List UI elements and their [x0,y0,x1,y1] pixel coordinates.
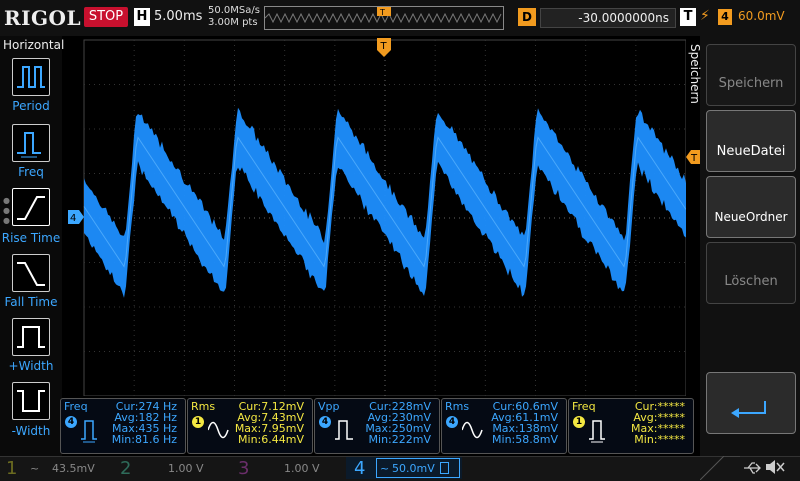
channel-1-scale[interactable]: 43.5mV [52,462,95,475]
positive-width-icon [17,326,45,348]
new-folder-button[interactable]: NeueOrdner [706,176,796,238]
memory-trigger-marker: T [379,8,385,17]
negative-width-label: -Width [11,424,51,438]
vpp-icon [335,420,353,440]
negative-width-icon [17,390,45,412]
trigger-position-marker[interactable]: T [377,38,391,58]
speaker-muted-icon[interactable] [764,458,786,476]
measurement-name: Freq [64,400,88,413]
rigol-logo: RIGOL [4,6,82,30]
frequency-icon [589,420,605,443]
trigger-delay-value[interactable]: -30.0000000ns [540,8,676,28]
rms-icon [208,421,229,439]
bandwidth-limit-icon [440,462,449,474]
fall-time-button[interactable] [12,254,50,292]
channel-2-number[interactable]: 2 [120,458,131,479]
bottom-divider-icon [700,456,740,480]
positive-width-button[interactable] [12,318,50,356]
delay-key: D [518,8,536,26]
measurement-freq-ch1[interactable]: Freq 1 Cur:***** Avg:***** Max:***** Min… [568,398,694,454]
measurement-min: Min:58.8mV [492,433,558,446]
channel-4-number[interactable]: 4 [354,458,365,479]
return-button[interactable] [706,372,796,434]
measurement-min: Min:81.6 Hz [111,433,177,446]
rms-icon [462,421,483,439]
freq-button[interactable] [12,124,50,162]
channel-4-marker-text: 4 [70,213,76,224]
freq-label: Freq [18,165,44,179]
memory-depth: 3.00M pts [208,17,258,28]
timebase-value[interactable]: 5.00ms [154,9,202,24]
measurement-name: Rms [191,400,216,413]
fall-time-icon [17,262,45,286]
channel-3-number[interactable]: 3 [238,458,249,479]
measurement-name: Freq [572,400,596,413]
measurement-channel-badge: 4 [65,416,77,428]
period-button[interactable] [12,58,50,96]
measurement-channel-badge: 4 [319,416,331,428]
period-icon [17,66,45,88]
positive-width-label: +Width [8,359,54,373]
measurement-min: Min:222mV [368,433,431,446]
trigger-key: T [680,8,696,26]
fall-time-label: Fall Time [4,295,58,309]
rise-time-label: Rise Time [1,231,61,245]
measurement-name: Vpp [318,400,340,413]
trigger-slope-icon: ⚡ [700,8,710,24]
measurement-rms-ch4[interactable]: Rms 4 Cur:60.6mV Avg:61.1mV Max:138mV Mi… [441,398,567,454]
measurement-channel-badge: 1 [573,416,585,428]
rise-time-icon [17,196,45,220]
measurement-channel-badge: 4 [446,416,458,428]
channel-3-scale[interactable]: 1.00 V [284,462,320,475]
measurement-name: Rms [445,400,470,413]
trigger-position-text: T [380,41,388,52]
delete-button[interactable]: Löschen [706,242,796,304]
measurement-min: Min:***** [634,433,685,446]
channel-4-offset-marker[interactable]: 4 [68,210,84,224]
period-label: Period [12,99,50,113]
memory-waveform-preview: T [264,7,502,24]
new-file-button[interactable]: NeueDatei [706,110,796,172]
horizontal-key: H [134,8,150,26]
run-stop-indicator[interactable]: STOP [84,7,128,27]
negative-width-button[interactable] [12,382,50,420]
measurement-vpp-ch4[interactable]: Vpp 4 Cur:228mV Avg:230mV Max:250mV Min:… [314,398,440,454]
measurement-channel-badge: 1 [192,416,204,428]
memory-overview-bar[interactable]: T [264,6,504,30]
measurement-min: Min:6.44mV [238,433,304,446]
acquisition-info: 50.0MSa/s 3.00M pts [208,5,260,29]
frequency-icon [81,420,97,443]
trigger-source-badge: 4 [718,9,732,25]
save-button[interactable]: Speichern [706,44,796,106]
waveform-display[interactable] [62,36,686,396]
left-menu-title: Horizontal [3,38,65,52]
measurement-rms-ch1[interactable]: Rms 1 Cur:7.12mV Avg:7.43mV Max:7.95mV M… [187,398,313,454]
channel-4-coupling: ~ [380,462,390,475]
usb-icon [744,462,761,474]
channel-2-scale[interactable]: 1.00 V [168,462,204,475]
right-menu-title: Speichern [688,44,702,104]
trigger-level-value[interactable]: 60.0mV [738,9,785,23]
channel-4-scale[interactable]: 50.0mV [392,462,435,475]
measurement-freq-ch4[interactable]: Freq 4 Cur:274 Hz Avg:182 Hz Max:435 Hz … [60,398,186,454]
menu-scroll-dots: ● ● ● [3,196,10,225]
sample-rate: 50.0MSa/s [208,5,260,16]
channel-1-coupling: ~ [30,462,40,475]
return-arrow-icon [731,401,766,418]
freq-icon [17,132,41,158]
rise-time-button[interactable] [12,188,50,226]
channel-1-number[interactable]: 1 [6,458,17,479]
